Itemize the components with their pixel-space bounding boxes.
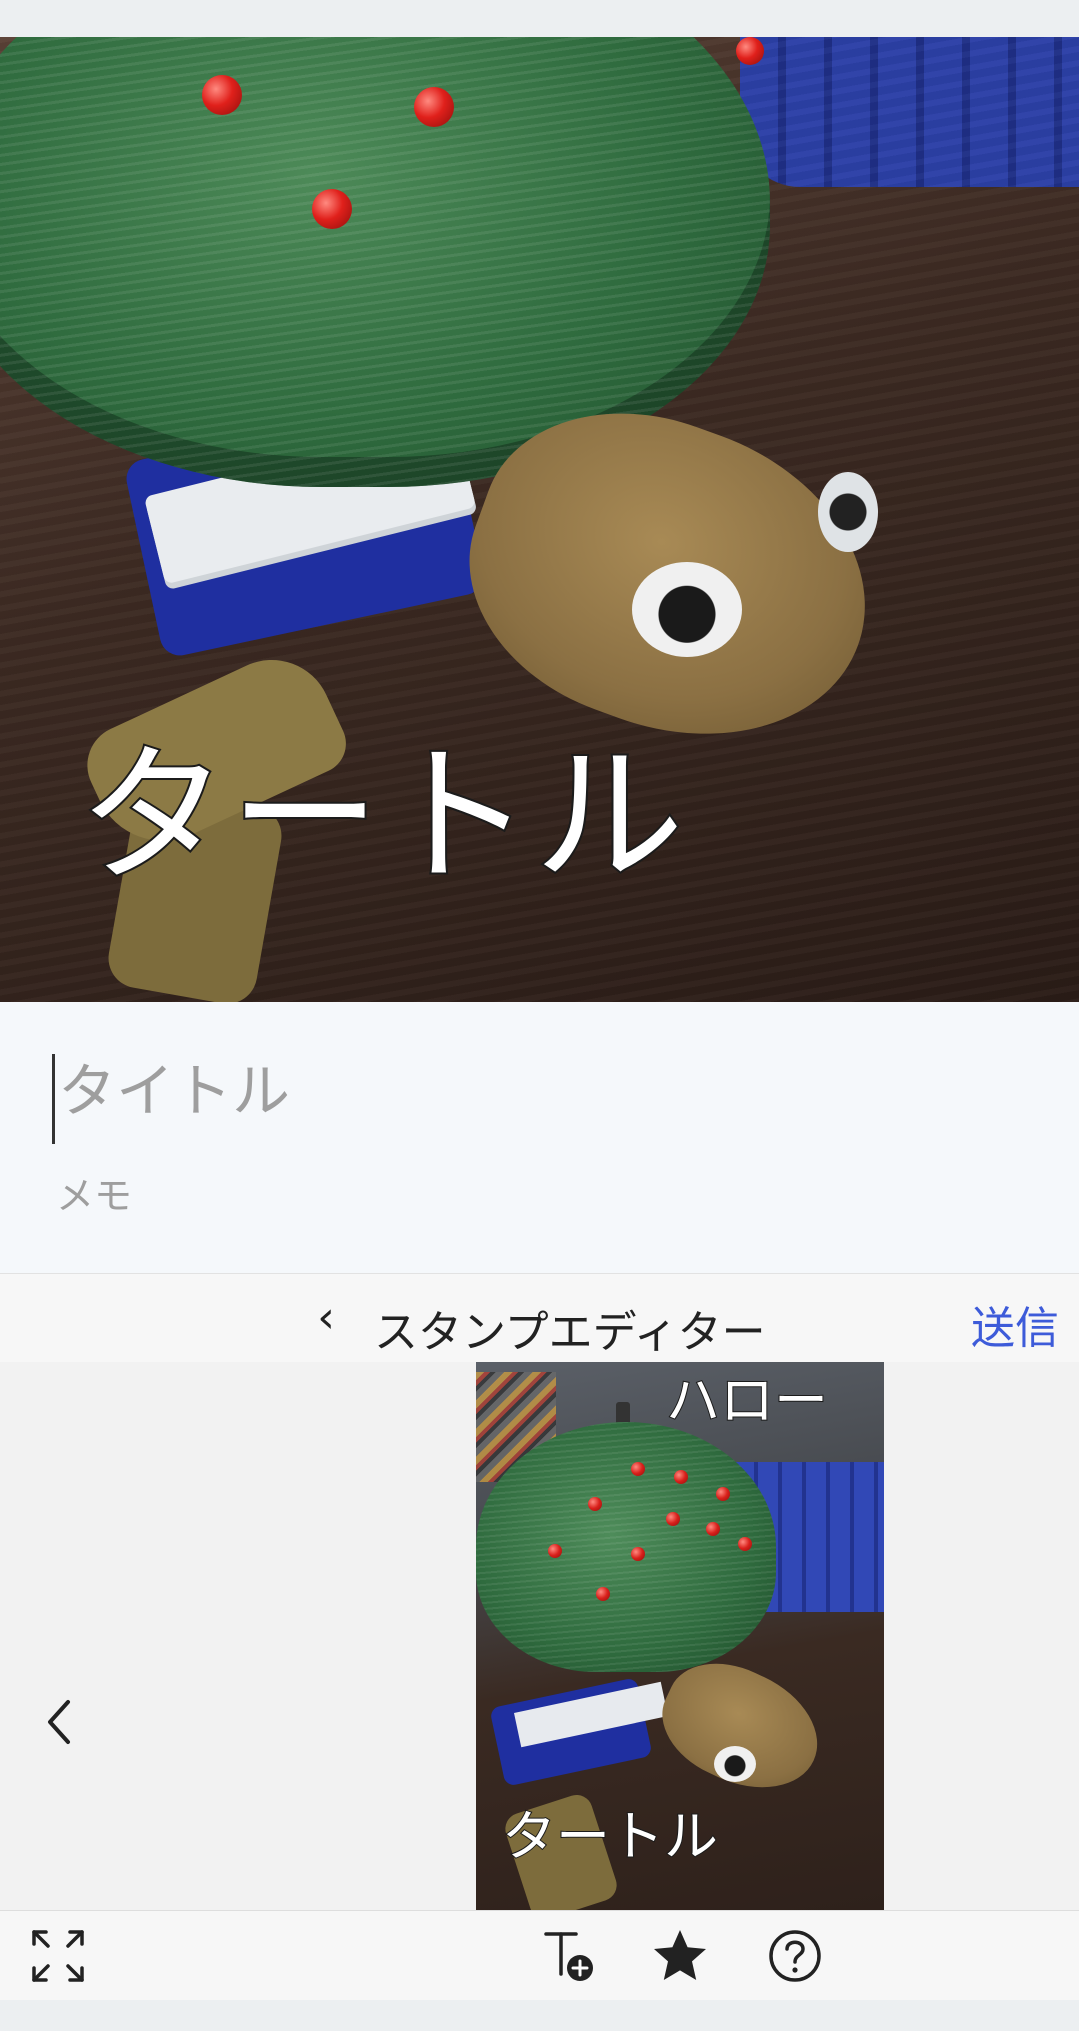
status-bar: [0, 0, 1079, 37]
stamp-editor-canvas: ハロー タートル: [0, 1362, 1079, 1910]
photo-preview: タートル: [0, 37, 1079, 1002]
note-form: [0, 1002, 1079, 1273]
editor-toolbar: [0, 1910, 1079, 2001]
expand-button[interactable]: [28, 1926, 88, 1986]
photo-caption: タートル: [76, 730, 687, 904]
navigation-bar: [0, 2000, 1079, 2031]
stamp-preview[interactable]: ハロー タートル: [476, 1362, 884, 1910]
stamp-text-top[interactable]: ハロー: [665, 1373, 829, 1429]
add-text-icon: [544, 1932, 593, 1981]
back-button[interactable]: ‹: [306, 1290, 346, 1346]
chevron-left-icon: ‹: [317, 1292, 335, 1343]
stamp-text-bottom[interactable]: タートル: [501, 1809, 719, 1865]
expand-icon: [32, 1930, 84, 1982]
add-text-button[interactable]: [540, 1926, 600, 1986]
star-icon: [654, 1930, 706, 1980]
send-button[interactable]: 送信: [971, 1292, 1059, 1356]
title-input[interactable]: [52, 1056, 1018, 1126]
favorite-button[interactable]: [650, 1926, 710, 1986]
help-icon: [769, 1930, 821, 1982]
previous-button[interactable]: [40, 1692, 80, 1752]
chevron-left-icon: [48, 1700, 70, 1744]
help-button[interactable]: [765, 1926, 825, 1986]
stamp-editor-title: スタンプエディター: [374, 1307, 766, 1358]
stamp-editor-header: ‹ スタンプエディター 送信: [0, 1273, 1079, 1363]
memo-input[interactable]: [52, 1166, 1016, 1226]
